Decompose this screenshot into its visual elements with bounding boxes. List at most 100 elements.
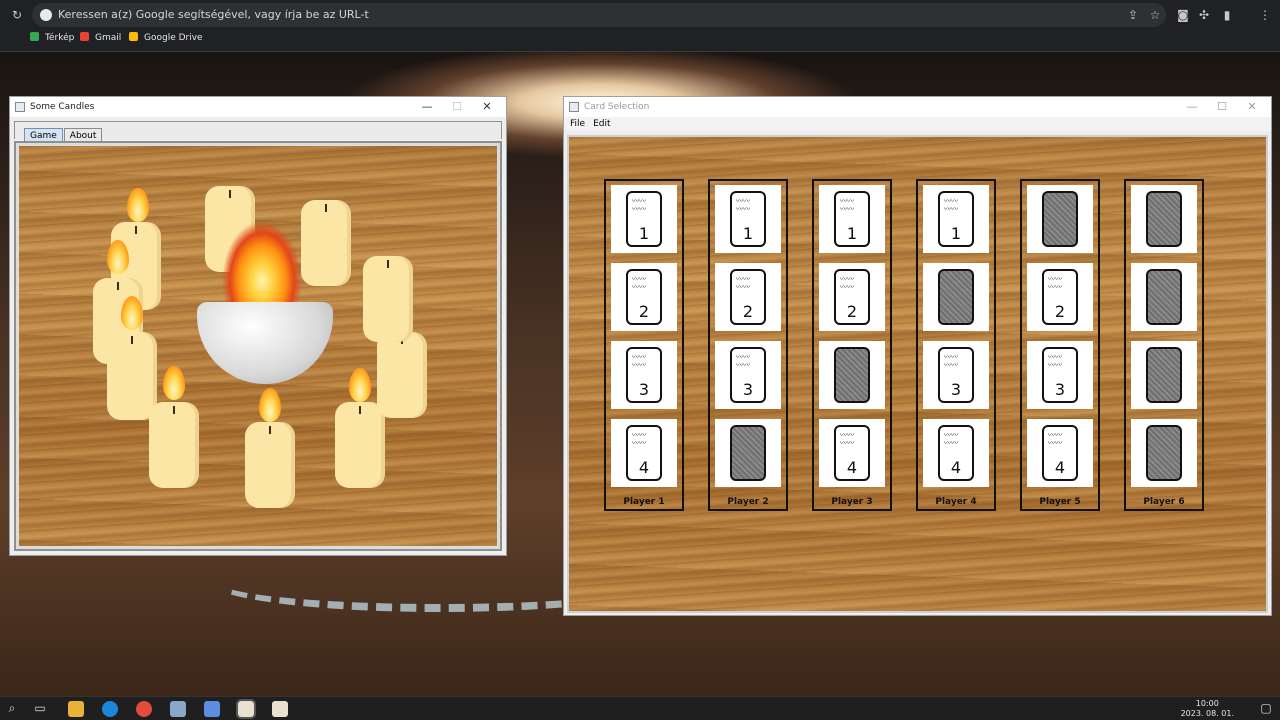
file-explorer-icon[interactable] xyxy=(68,701,84,717)
notification-icon[interactable]: ▢ xyxy=(1258,701,1274,717)
java-app-icon[interactable] xyxy=(272,701,288,717)
card-back[interactable] xyxy=(1146,191,1182,247)
candle[interactable] xyxy=(377,332,427,418)
card-face[interactable]: 〰〰 〰〰 2 xyxy=(730,269,766,325)
candles-window: Some Candles — ☐ ✕ Game About xyxy=(9,96,507,556)
card-slot[interactable] xyxy=(819,341,885,409)
card-scribble: 〰〰 〰〰 xyxy=(840,275,854,291)
card-slot[interactable] xyxy=(923,263,989,331)
card-back[interactable] xyxy=(834,347,870,403)
card-slot[interactable]: 〰〰 〰〰 1 xyxy=(715,185,781,253)
card-face[interactable]: 〰〰 〰〰 1 xyxy=(730,191,766,247)
task-view-icon[interactable]: ▭ xyxy=(32,701,48,717)
java-app-icon[interactable] xyxy=(236,699,256,719)
star-icon[interactable]: ☆ xyxy=(1148,8,1162,22)
close-button[interactable]: ✕ xyxy=(1237,97,1267,117)
card-slot[interactable]: 〰〰 〰〰 2 xyxy=(1027,263,1093,331)
player-label: Player 1 xyxy=(623,497,665,507)
sidepanel-icon[interactable]: ▮ xyxy=(1220,8,1234,22)
maximize-button[interactable]: ☐ xyxy=(1207,97,1237,117)
card-slot[interactable]: 〰〰 〰〰 4 xyxy=(923,419,989,487)
minimize-button[interactable]: — xyxy=(1177,97,1207,117)
card-number: 4 xyxy=(1054,458,1066,477)
card-back[interactable] xyxy=(1146,425,1182,481)
card-face[interactable]: 〰〰 〰〰 2 xyxy=(626,269,662,325)
card-number: 2 xyxy=(1054,302,1066,321)
candle[interactable] xyxy=(245,422,295,508)
card-slot[interactable]: 〰〰 〰〰 1 xyxy=(611,185,677,253)
clock[interactable]: 10:00 2023. 08. 01. xyxy=(1181,699,1234,719)
card-slot[interactable]: 〰〰 〰〰 3 xyxy=(923,341,989,409)
card-slot[interactable]: 〰〰 〰〰 1 xyxy=(923,185,989,253)
card-slot[interactable]: 〰〰 〰〰 3 xyxy=(1027,341,1093,409)
extensions-icon[interactable]: ✣ xyxy=(1197,8,1211,22)
bookmark-gmail[interactable]: Gmail xyxy=(80,32,121,43)
card-back[interactable] xyxy=(1146,269,1182,325)
card-face[interactable]: 〰〰 〰〰 4 xyxy=(834,425,870,481)
card-face[interactable]: 〰〰 〰〰 1 xyxy=(834,191,870,247)
share-icon[interactable]: ⇪ xyxy=(1126,8,1140,22)
candle[interactable] xyxy=(301,200,351,286)
card-back[interactable] xyxy=(1146,347,1182,403)
card-face[interactable]: 〰〰 〰〰 1 xyxy=(626,191,662,247)
clock-time: 10:00 xyxy=(1195,699,1219,708)
card-slot[interactable]: 〰〰 〰〰 2 xyxy=(819,263,885,331)
card-face[interactable]: 〰〰 〰〰 4 xyxy=(626,425,662,481)
card-slot[interactable]: 〰〰 〰〰 4 xyxy=(611,419,677,487)
minimize-button[interactable]: — xyxy=(412,97,442,117)
candle[interactable] xyxy=(107,332,157,420)
menu-edit[interactable]: Edit xyxy=(593,119,610,129)
card-face[interactable]: 〰〰 〰〰 4 xyxy=(1042,425,1078,481)
card-slot[interactable]: 〰〰 〰〰 1 xyxy=(819,185,885,253)
card-back[interactable] xyxy=(938,269,974,325)
close-button[interactable]: ✕ xyxy=(472,97,502,117)
bookmark-drive[interactable]: Google Drive xyxy=(129,32,203,43)
candle[interactable] xyxy=(149,402,199,488)
app-icon[interactable] xyxy=(204,701,220,717)
card-face[interactable]: 〰〰 〰〰 2 xyxy=(1042,269,1078,325)
card-slot[interactable]: 〰〰 〰〰 3 xyxy=(715,341,781,409)
app-icon[interactable] xyxy=(170,701,186,717)
cards-titlebar[interactable]: Card Selection — ☐ ✕ xyxy=(564,97,1271,117)
card-slot[interactable] xyxy=(1131,341,1197,409)
card-face[interactable]: 〰〰 〰〰 3 xyxy=(730,347,766,403)
card-slot[interactable]: 〰〰 〰〰 2 xyxy=(715,263,781,331)
card-slot[interactable]: 〰〰 〰〰 2 xyxy=(611,263,677,331)
maximize-button[interactable]: ☐ xyxy=(442,97,472,117)
card-slot[interactable] xyxy=(1131,263,1197,331)
card-face[interactable]: 〰〰 〰〰 3 xyxy=(626,347,662,403)
player-label: Player 5 xyxy=(1039,497,1081,507)
player-column: 〰〰 〰〰 1 〰〰 〰〰 2 〰〰 〰〰 3 〰〰 〰〰 4 Player 1 xyxy=(604,179,684,511)
card-scribble: 〰〰 〰〰 xyxy=(1048,275,1062,291)
card-face[interactable]: 〰〰 〰〰 2 xyxy=(834,269,870,325)
card-back[interactable] xyxy=(730,425,766,481)
card-slot[interactable] xyxy=(1131,419,1197,487)
card-number: 3 xyxy=(1054,380,1066,399)
chrome-icon[interactable] xyxy=(136,701,152,717)
card-face[interactable]: 〰〰 〰〰 1 xyxy=(938,191,974,247)
candle[interactable] xyxy=(335,402,385,488)
card-back[interactable] xyxy=(1042,191,1078,247)
candles-titlebar[interactable]: Some Candles — ☐ ✕ xyxy=(10,97,506,117)
edge-icon[interactable] xyxy=(102,701,118,717)
card-face[interactable]: 〰〰 〰〰 4 xyxy=(938,425,974,481)
menu-icon[interactable]: ⋮ xyxy=(1258,8,1272,22)
card-face[interactable]: 〰〰 〰〰 3 xyxy=(938,347,974,403)
bowl-icon[interactable] xyxy=(197,302,333,384)
card-slot[interactable] xyxy=(715,419,781,487)
menu-file[interactable]: File xyxy=(570,119,585,129)
card-slot[interactable]: 〰〰 〰〰 4 xyxy=(819,419,885,487)
camera-icon[interactable]: ◙ xyxy=(1176,8,1190,22)
card-face[interactable]: 〰〰 〰〰 3 xyxy=(1042,347,1078,403)
search-icon[interactable]: ⌕ xyxy=(4,701,20,717)
game-board[interactable] xyxy=(19,146,497,546)
bookmark-maps[interactable]: Térkép xyxy=(30,32,74,43)
reload-icon[interactable]: ↻ xyxy=(10,8,24,22)
candle[interactable] xyxy=(363,256,413,342)
card-slot[interactable]: 〰〰 〰〰 3 xyxy=(611,341,677,409)
card-slot[interactable]: 〰〰 〰〰 4 xyxy=(1027,419,1093,487)
omnibox[interactable]: Keressen a(z) Google segítségével, vagy … xyxy=(32,3,1166,27)
cards-window-title: Card Selection xyxy=(584,102,650,112)
card-slot[interactable] xyxy=(1131,185,1197,253)
card-slot[interactable] xyxy=(1027,185,1093,253)
